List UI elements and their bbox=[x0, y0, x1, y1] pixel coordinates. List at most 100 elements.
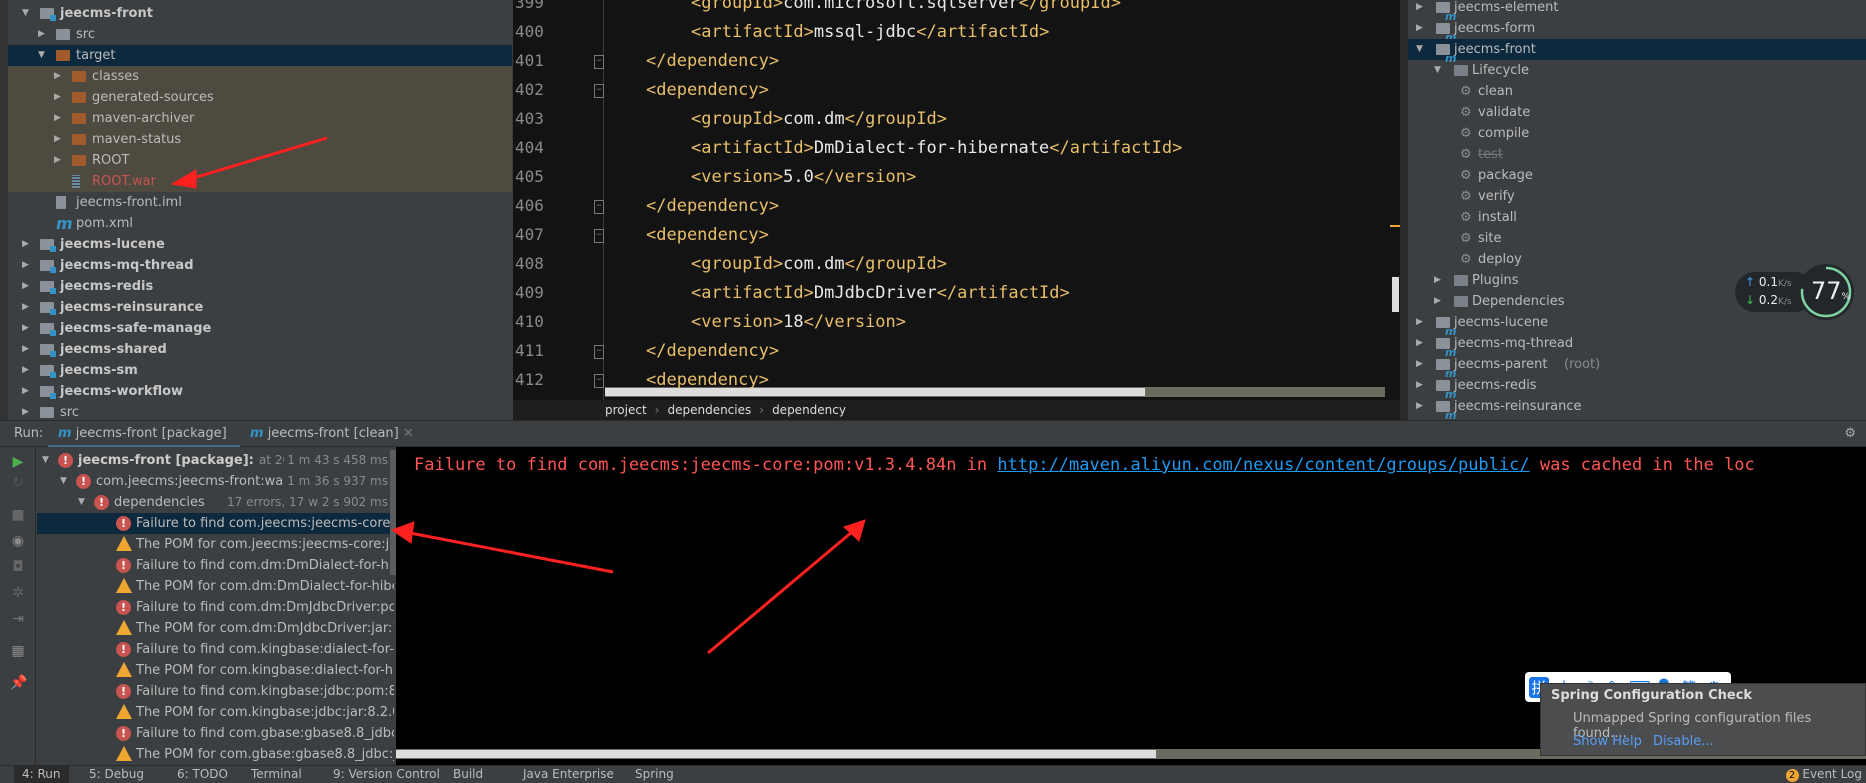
event-log-button[interactable]: 2 Event Log bbox=[1785, 766, 1862, 783]
toolwindow-tab[interactable]: 6: TODO bbox=[177, 766, 228, 783]
run-tree-item[interactable]: The POM for com.kingbase:jdbc:jar:8.2.0 … bbox=[37, 702, 394, 723]
repository-link[interactable]: http://maven.aliyun.com/nexus/content/gr… bbox=[997, 455, 1529, 475]
toolwindow-tab[interactable]: 9: Version Control bbox=[333, 766, 440, 783]
chevron-down-icon[interactable]: ▼ bbox=[42, 450, 49, 471]
run-tree-item[interactable]: ! Failure to find com.gbase:gbase8.8_jdbc… bbox=[37, 723, 394, 744]
maven-item[interactable]: ▶ m jeecms-form bbox=[1408, 18, 1866, 44]
chevron-right-icon[interactable]: ▶ bbox=[22, 360, 32, 381]
maven-item[interactable]: ▶ m jeecms-reinsurance bbox=[1408, 396, 1866, 420]
chevron-down-icon[interactable]: ▼ bbox=[22, 3, 32, 24]
maven-item[interactable]: ▶ m jeecms-redis bbox=[1408, 375, 1866, 401]
chevron-right-icon[interactable]: ▶ bbox=[1416, 354, 1426, 375]
tab-run-clean[interactable]: m jeecms-front [clean] ✕ bbox=[250, 421, 414, 448]
toolwindow-tab[interactable]: 5: Debug bbox=[89, 766, 144, 783]
tree-item[interactable]: ▶ ROOT bbox=[8, 150, 512, 171]
disable-link[interactable]: Disable... bbox=[1653, 734, 1714, 749]
run-tree-item[interactable]: The POM for com.jeecms:jeecms-core:jar:v… bbox=[37, 534, 394, 555]
rerun-icon[interactable]: ▶ bbox=[10, 454, 26, 470]
close-icon[interactable]: ✕ bbox=[403, 426, 414, 441]
tree-item[interactable]: ▶ jeecms-sm bbox=[8, 360, 512, 381]
toolwindow-tab[interactable]: Build bbox=[453, 766, 483, 783]
chevron-down-icon[interactable]: ▼ bbox=[1416, 39, 1426, 60]
chevron-right-icon[interactable]: ▶ bbox=[38, 24, 48, 45]
toolwindow-tab[interactable]: Terminal bbox=[251, 766, 302, 783]
chevron-right-icon[interactable]: ▶ bbox=[1416, 312, 1426, 333]
breadcrumb-item[interactable]: project bbox=[605, 403, 647, 417]
maven-item[interactable]: ⚙ compile bbox=[1408, 123, 1866, 144]
breadcrumb-item[interactable]: dependencies bbox=[667, 403, 751, 417]
chevron-down-icon[interactable]: ▼ bbox=[1434, 60, 1444, 81]
maven-item[interactable]: ⚙ test bbox=[1408, 144, 1866, 165]
fold-marker-icon[interactable]: − bbox=[594, 374, 604, 388]
run-tree-item[interactable]: ! Failure to find com.dm:DmJdbcDriver:pom… bbox=[37, 597, 394, 618]
toolwindow-tab[interactable]: Spring bbox=[635, 766, 674, 783]
run-tree-item[interactable]: The POM for com.gbase:gbase8.8_jdbc:jar: bbox=[37, 744, 394, 765]
rerun-failed-icon[interactable]: ↻ bbox=[10, 475, 26, 491]
run-tree-item[interactable]: ! Failure to find com.dm:DmDialect-for-hi… bbox=[37, 555, 394, 576]
maven-item[interactable]: ⚙ verify bbox=[1408, 186, 1866, 207]
code-editor[interactable]: 399 <groupId>com.microsoft.sqlserver</gro… bbox=[513, 0, 1400, 400]
chevron-right-icon[interactable]: ▶ bbox=[22, 381, 32, 402]
chevron-right-icon[interactable]: ▶ bbox=[22, 234, 32, 255]
chevron-right-icon[interactable]: ▶ bbox=[54, 150, 64, 171]
run-tree-item[interactable]: ! Failure to find com.kingbase:jdbc:pom:8… bbox=[37, 681, 394, 702]
chevron-right-icon[interactable]: ▶ bbox=[54, 129, 64, 150]
chevron-right-icon[interactable]: ▶ bbox=[22, 276, 32, 297]
settings-gear-icon[interactable]: ⚙ bbox=[1844, 421, 1856, 448]
tree-item[interactable]: ▶ generated-sources bbox=[8, 87, 512, 108]
toolwindow-tab[interactable]: 4: Run bbox=[14, 766, 69, 783]
tree-item[interactable]: ▶ jeecms-lucene bbox=[8, 234, 512, 255]
fold-marker-icon[interactable]: − bbox=[594, 200, 604, 214]
maven-item[interactable]: ⚙ site bbox=[1408, 228, 1866, 249]
chevron-right-icon[interactable]: ▶ bbox=[1416, 0, 1426, 18]
chevron-right-icon[interactable]: ▶ bbox=[54, 108, 64, 129]
run-tree-item[interactable]: ! Failure to find com.kingbase:dialect-fo… bbox=[37, 639, 394, 660]
maven-item[interactable]: ⚙ install bbox=[1408, 207, 1866, 228]
fold-marker-icon[interactable]: − bbox=[594, 84, 604, 98]
maven-item[interactable]: ⚙ validate bbox=[1408, 102, 1866, 123]
breadcrumb-item[interactable]: dependency bbox=[772, 403, 846, 417]
tree-item[interactable]: m pom.xml bbox=[8, 213, 512, 234]
maven-item[interactable]: ▶ m jeecms-element bbox=[1408, 0, 1866, 23]
fold-marker-icon[interactable]: − bbox=[594, 229, 604, 243]
chevron-down-icon[interactable]: ▼ bbox=[60, 471, 67, 492]
tree-item[interactable]: ▶ src bbox=[8, 24, 512, 45]
maven-item[interactable]: ⚙ package bbox=[1408, 165, 1866, 186]
tree-item[interactable]: ▶ jeecms-mq-thread bbox=[8, 255, 512, 276]
chevron-right-icon[interactable]: ▶ bbox=[1416, 18, 1426, 39]
stop-icon[interactable]: ■ bbox=[10, 507, 26, 523]
tree-item[interactable]: ▶ jeecms-workflow bbox=[8, 381, 512, 402]
tree-item[interactable]: ▶ classes bbox=[8, 66, 512, 87]
maven-item[interactable]: ▼ m jeecms-front bbox=[1408, 39, 1866, 65]
maven-item[interactable]: ▼ Lifecycle bbox=[1408, 60, 1866, 81]
chevron-right-icon[interactable]: ▶ bbox=[1416, 333, 1426, 354]
chevron-down-icon[interactable]: ▼ bbox=[38, 45, 48, 66]
chevron-right-icon[interactable]: ▶ bbox=[54, 66, 64, 87]
tree-item[interactable]: ▶ jeecms-shared bbox=[8, 339, 512, 360]
layout-icon[interactable]: ▦ bbox=[10, 643, 26, 659]
tree-item[interactable]: ▼ jeecms-front bbox=[8, 3, 512, 24]
tree-item[interactable]: ▶ maven-status bbox=[8, 129, 512, 150]
tree-item[interactable]: ▼ target bbox=[8, 45, 512, 66]
chevron-right-icon[interactable]: ▶ bbox=[22, 318, 32, 339]
pin-icon[interactable]: 📌 bbox=[10, 675, 27, 691]
chevron-right-icon[interactable]: ▶ bbox=[1416, 375, 1426, 396]
run-tree-item[interactable]: ▼!jeecms-front [package]:at 2021/4/11 m … bbox=[37, 450, 394, 471]
chevron-right-icon[interactable]: ▶ bbox=[22, 297, 32, 318]
tree-item[interactable]: ▶ src bbox=[8, 402, 512, 420]
run-tree-item[interactable]: The POM for com.kingbase:dialect-for-hib… bbox=[37, 660, 394, 681]
tree-item[interactable]: jeecms-front.iml bbox=[8, 192, 512, 213]
run-tree-item[interactable]: ▼! com.jeecms:jeecms-front:war:x1.7.0 1 m … bbox=[37, 471, 394, 492]
tree-item[interactable]: ROOT.war bbox=[8, 171, 512, 192]
tab-run-package[interactable]: m jeecms-front [package] ✕ bbox=[48, 421, 240, 467]
chevron-right-icon[interactable]: ▶ bbox=[1416, 396, 1426, 417]
tree-item[interactable]: ▶ jeecms-safe-manage bbox=[8, 318, 512, 339]
run-tree-item[interactable]: ! Failure to find com.jeecms:jeecms-core:… bbox=[37, 513, 394, 534]
editor-scrollbar[interactable] bbox=[1390, 0, 1400, 400]
chevron-right-icon[interactable]: ▶ bbox=[1434, 270, 1444, 291]
run-tree-item[interactable]: The POM for com.dm:DmDialect-for-hibern bbox=[37, 576, 394, 597]
chevron-right-icon[interactable]: ▶ bbox=[22, 255, 32, 276]
show-icon[interactable]: ◉ bbox=[10, 533, 26, 549]
chevron-down-icon[interactable]: ▼ bbox=[78, 492, 85, 513]
maven-item[interactable]: ▶ m jeecms-mq-thread bbox=[1408, 333, 1866, 359]
